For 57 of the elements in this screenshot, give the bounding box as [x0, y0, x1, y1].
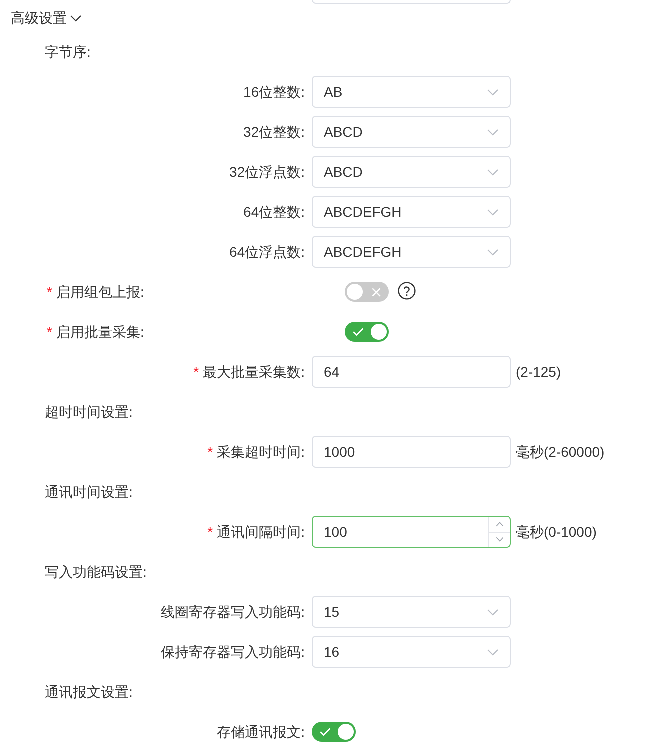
chevron-down-icon — [487, 128, 499, 136]
toggle-switch[interactable] — [345, 322, 389, 342]
toggle-knob-icon — [371, 324, 387, 340]
input-field[interactable]: 100 — [312, 516, 511, 548]
required-asterisk: * — [208, 523, 214, 542]
field-label: 启用批量采集: — [56, 323, 144, 342]
range-hint: (2-125) — [516, 363, 562, 382]
required-asterisk: * — [47, 283, 52, 302]
required-asterisk: * — [208, 443, 214, 462]
select-field[interactable]: ABCD — [312, 156, 511, 188]
field-label: 16位整数: — [244, 83, 305, 102]
field-label: 最大批量采集数: — [203, 363, 305, 382]
select-field[interactable]: ABCD — [312, 116, 511, 148]
x-icon — [372, 288, 381, 296]
field-label: 32位浮点数: — [230, 163, 305, 182]
required-asterisk: * — [47, 323, 52, 342]
select-field[interactable]: AB — [312, 76, 511, 108]
field-label: 启用组包上报: — [56, 283, 144, 302]
field-label: 线圈寄存器写入功能码: — [161, 603, 305, 622]
section-toggle[interactable]: 高级设置 — [11, 8, 82, 28]
chevron-up-icon — [496, 522, 504, 527]
field-label: 32位整数: — [244, 123, 305, 142]
group-heading: 通讯时间设置: — [45, 483, 133, 502]
help-icon[interactable] — [398, 282, 416, 300]
range-hint: 毫秒(2-60000) — [516, 443, 605, 462]
field-label: 通讯间隔时间: — [217, 523, 305, 542]
select-field[interactable]: 15 — [312, 596, 511, 628]
toggle-knob-icon — [347, 284, 363, 300]
field-label: 64位浮点数: — [230, 243, 305, 262]
group-heading: 写入功能码设置: — [45, 563, 147, 582]
chevron-down-icon — [487, 208, 499, 216]
field-label: 采集超时时间: — [217, 443, 305, 462]
select-field[interactable]: ABCDEFGH — [312, 236, 511, 268]
required-asterisk: * — [194, 363, 200, 382]
toggle-switch[interactable] — [345, 282, 389, 302]
chevron-down-icon — [487, 168, 499, 176]
select-field[interactable]: ABCDEFGH — [312, 196, 511, 228]
input-field[interactable]: 1000 — [312, 436, 511, 468]
group-heading: 字节序: — [45, 43, 91, 62]
check-icon — [320, 728, 331, 736]
chevron-down-icon — [487, 608, 499, 616]
check-icon — [353, 328, 364, 336]
field-label: 64位整数: — [244, 203, 305, 222]
field-label: 保持寄存器写入功能码: — [161, 643, 305, 662]
toggle-knob-icon — [338, 724, 354, 740]
field-label: 存储通讯报文: — [217, 723, 305, 742]
chevron-down-icon — [496, 537, 504, 542]
input-field[interactable] — [312, 0, 511, 4]
group-heading: 超时时间设置: — [45, 403, 133, 422]
input-field[interactable]: 64 — [312, 356, 511, 388]
group-heading: 通讯报文设置: — [45, 683, 133, 702]
chevron-down-icon — [487, 248, 499, 256]
select-field[interactable]: 16 — [312, 636, 511, 668]
toggle-switch[interactable] — [312, 722, 356, 742]
chevron-down-icon — [487, 88, 499, 96]
chevron-down-icon — [487, 648, 499, 656]
range-hint: 毫秒(0-1000) — [516, 523, 597, 542]
